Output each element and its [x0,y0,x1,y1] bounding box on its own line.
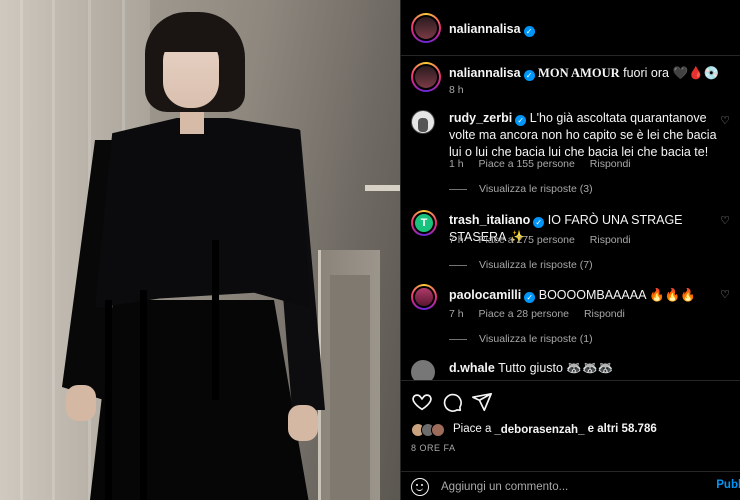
verified-icon: ✓ [524,292,536,303]
comment-text: Tutto giusto 🦝🦝🦝 [498,361,614,375]
comment-text: BOOOOMBAAAAA 🔥🔥🔥 [538,288,696,302]
comment-like-icon[interactable]: ♡ [719,214,731,227]
comment-text-wrap: d.whale Tutto giusto 🦝🦝🦝 [449,360,721,377]
comment-meta: 7 h Piace a 275 persone Rispondi [449,234,643,246]
caption-title: MON AMOUR [538,66,620,80]
comment-meta: 7 h Piace a 28 persone Rispondi [449,308,637,320]
caption-time: 8 h [449,84,464,96]
comment-username[interactable]: paolocamilli [449,288,521,302]
reply-button[interactable]: Rispondi [590,158,631,170]
caption-text-wrap: naliannalisa ✓ MON AMOUR fuori ora 🖤🩸💿 [449,65,729,82]
comment-text-wrap: rudy_zerbi ✓ L'ho già ascoltata quarantan… [449,110,721,161]
emoji-icon[interactable] [411,478,429,496]
reply-button[interactable]: Rispondi [584,308,625,320]
caption-username[interactable]: naliannalisa [449,66,521,80]
post-photo[interactable] [0,0,400,500]
post-caption: naliannalisa ✓ MON AMOUR fuori ora 🖤🩸💿 8 … [401,62,740,108]
view-replies[interactable]: Visualizza le risposte (1) [449,333,593,345]
post-actions: Piace a _deborasenzah_ e altri 58.786 8 … [401,380,740,500]
liked-user[interactable]: _deborasenzah_ [494,424,584,436]
verified-icon: ✓ [523,70,535,81]
verified-icon: ✓ [533,217,545,228]
comment-username[interactable]: trash_italiano [449,213,530,227]
caption-avatar[interactable] [411,62,441,92]
figure-skirt [90,300,309,500]
comment-composer: Pubb [401,471,740,500]
figure-hand [66,385,96,421]
comment-likes[interactable]: Piace a 275 persone [479,234,575,246]
comment-avatar[interactable] [411,110,435,134]
header-username[interactable]: naliannalisa [449,22,521,36]
view-replies-label[interactable]: Visualizza le risposte (7) [479,259,593,271]
comment-avatar[interactable] [411,360,435,380]
likes-count[interactable]: e altri 58.786 [584,421,657,438]
view-replies-label[interactable]: Visualizza le risposte (1) [479,333,593,345]
comment-avatar[interactable]: T [411,210,437,236]
verified-icon: ✓ [523,26,535,37]
comment-text-wrap: paolocamilli ✓ BOOOOMBAAAAA 🔥🔥🔥 [449,287,721,304]
post-date: 8 ORE FA [411,443,456,453]
comment-like-icon[interactable]: ♡ [719,114,731,127]
view-replies-label[interactable]: Visualizza le risposte (3) [479,183,593,195]
comment-avatar[interactable] [411,284,437,310]
post-header: naliannalisa ✓ [401,0,740,56]
view-replies[interactable]: Visualizza le risposte (3) [449,183,593,195]
caption-rest: fuori ora 🖤🩸💿 [619,66,720,80]
verified-icon: ✓ [515,115,527,126]
figure-jacket [95,118,310,308]
comment-item: paolocamilli ✓ BOOOOMBAAAAA 🔥🔥🔥 7 h Piace… [401,284,740,350]
figure-strap [212,240,219,400]
comment-likes[interactable]: Piace a 155 persone [479,158,575,170]
comment-username[interactable]: rudy_zerbi [449,111,512,125]
figure-strap [105,300,112,500]
comment-like-icon[interactable]: ♡ [719,288,731,301]
likes-summary: Piace a _deborasenzah_ e altri 58.786 [411,421,657,438]
share-icon[interactable] [471,391,493,413]
post-sidebar: naliannalisa ✓ naliannalisa ✓ MON AMOUR fu… [400,0,740,500]
header-username-wrap: naliannalisa ✓ [449,20,535,38]
comment-item: T trash_italiano ✓ IO FARÒ UNA STRAGE STA… [401,210,740,276]
publish-button[interactable]: Pubb [716,479,740,491]
figure-hand [288,405,318,441]
comment-item: d.whale Tutto giusto 🦝🦝🦝 [401,358,740,380]
comment-icon[interactable] [441,391,463,413]
liker-avatar [431,422,445,437]
comment-meta: 1 h Piace a 155 persone Rispondi [449,158,643,170]
comment-time: 7 h [449,234,464,246]
comment-item: rudy_zerbi ✓ L'ho già ascoltata quarantan… [401,110,740,200]
figure-strap [140,290,147,500]
likes-prefix: Piace a [453,423,492,435]
author-avatar[interactable] [411,13,441,43]
comment-username[interactable]: d.whale [449,361,495,375]
comment-time: 7 h [449,308,464,320]
photo-figure [0,0,400,500]
comment-time: 1 h [449,158,464,170]
reply-button[interactable]: Rispondi [590,234,631,246]
comment-likes[interactable]: Piace a 28 persone [479,308,569,320]
view-replies[interactable]: Visualizza le risposte (7) [449,259,593,271]
figure-fringe [158,22,228,52]
comment-input[interactable] [441,478,701,496]
heart-icon[interactable] [411,391,433,413]
